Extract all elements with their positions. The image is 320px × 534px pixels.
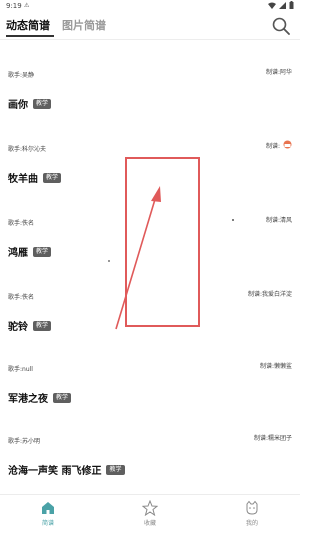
singer-label: 歌手:null <box>8 366 33 373</box>
song-row: 画你 教学 <box>8 96 52 111</box>
speck <box>108 260 110 262</box>
song-row: 牧羊曲 教学 <box>8 170 62 185</box>
status-bar: 9:19 ⚠ <box>0 0 300 14</box>
speck <box>232 219 234 221</box>
bottom-nav: 简谱 收藏 我的 <box>0 494 300 534</box>
song-title: 画你 <box>8 100 28 111</box>
nav-label: 我的 <box>245 520 258 527</box>
song-row: 军港之夜 教学 <box>8 390 72 405</box>
sim-warning-icon: ⚠ <box>24 2 30 9</box>
singer-label: 歌手:佚名 <box>8 294 35 301</box>
nav-item-mine[interactable]: 我的 <box>222 500 282 527</box>
song-title: 军港之夜 <box>8 394 48 405</box>
wifi-icon <box>268 2 276 9</box>
song-row: 驼铃 教学 <box>8 318 52 333</box>
song-title: 鸿雁 <box>8 248 28 259</box>
singer-label: 歌手:科尔沁夫 <box>8 146 47 153</box>
battery-icon <box>289 1 294 9</box>
singer-label: 歌手:吴静 <box>8 72 35 79</box>
nav-item-scores[interactable]: 简谱 <box>18 500 78 527</box>
maker-label: 制谱:我爱白洋淀 <box>247 291 292 298</box>
list-item[interactable]: 歌手:佚名 制谱:我爱白洋淀 驼铃 教学 <box>0 288 300 360</box>
teaching-badge: 教学 <box>53 392 72 403</box>
song-title: 沧海一声笑 雨飞修正 <box>8 466 102 477</box>
tab-bar: 动态简谱 图片简谱 <box>0 14 300 38</box>
home-icon <box>42 502 54 514</box>
status-time: 9:19 <box>6 2 22 10</box>
teaching-badge: 教学 <box>33 98 52 109</box>
signal-icon <box>279 1 286 9</box>
song-title: 驼铃 <box>8 322 28 333</box>
cat-icon <box>246 500 258 515</box>
list-item[interactable]: 歌手:佚名 制谱:清风 鸿雁 教学 <box>0 214 300 286</box>
song-row: 沧海一声笑 雨飞修正 教学 <box>8 462 125 477</box>
nav-item-favorites[interactable]: 收藏 <box>120 500 180 527</box>
teaching-badge: 教学 <box>43 172 62 183</box>
list-item[interactable]: 歌手:null 制谱:懒懒鲨 军港之夜 教学 <box>0 360 300 432</box>
header-divider <box>0 39 300 40</box>
singer-label: 歌手:佚名 <box>8 220 35 227</box>
tab-dynamic-score[interactable]: 动态简谱 <box>6 17 50 33</box>
teaching-badge: 教学 <box>33 320 52 331</box>
maker-label: 制谱:阿华 <box>265 69 292 76</box>
star-icon <box>142 500 158 516</box>
song-title: 牧羊曲 <box>8 174 38 185</box>
search-icon[interactable] <box>272 17 290 35</box>
maker-label: 制谱:糯米团子 <box>253 435 292 442</box>
singer-label: 歌手:苏小明 <box>8 438 41 445</box>
status-icons <box>268 1 294 9</box>
nav-label: 简谱 <box>41 520 54 527</box>
tab-image-score[interactable]: 图片简谱 <box>62 17 106 33</box>
list-item[interactable]: 歌手:科尔沁夫 制谱: 牧羊曲 教学 <box>0 140 300 212</box>
maker-label: 制谱:清风 <box>265 217 292 224</box>
nav-label: 收藏 <box>143 520 156 527</box>
maker-label: 制谱:懒懒鲨 <box>259 363 292 370</box>
maker-avatar-icon <box>283 140 292 149</box>
teaching-badge: 教学 <box>106 464 125 475</box>
maker-label: 制谱: <box>265 143 280 150</box>
active-tab-indicator <box>6 35 54 37</box>
song-row: 鸿雁 教学 <box>8 244 52 259</box>
list-item[interactable]: 歌手:吴静 制谱:阿华 画你 教学 <box>0 66 300 138</box>
teaching-badge: 教学 <box>33 246 52 257</box>
